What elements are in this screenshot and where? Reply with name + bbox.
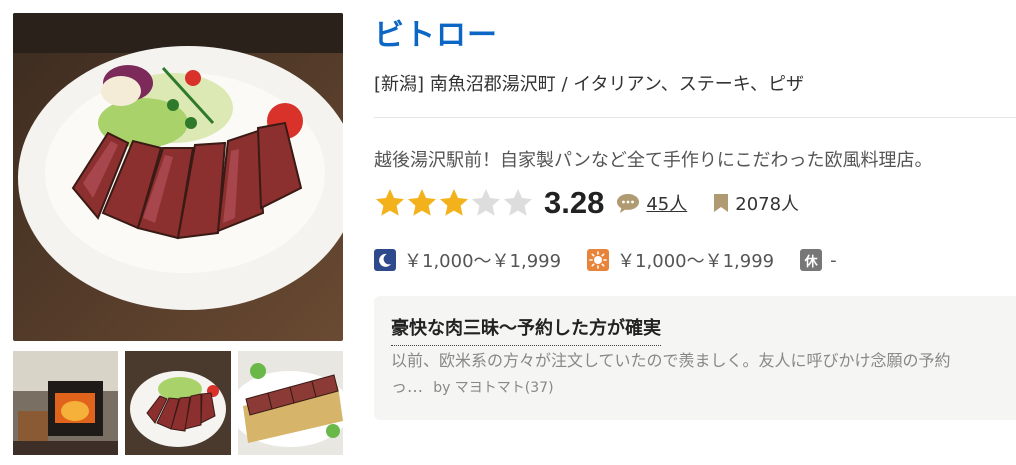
star-filled-icon [440, 189, 468, 216]
thumbnail-steak-platter[interactable] [238, 351, 343, 455]
catchphrase-text: 越後湯沢駅前！自家製パンなど全て手作りにこだわった欧風料理店。 [374, 150, 933, 171]
lunch-price: ￥1,000～￥1,999 [617, 251, 775, 272]
review-text-line1: 以前、欧米系の方々が注文していたので羨ましく。友人に呼びかけ念願の予約 [391, 351, 951, 370]
comment-icon [617, 194, 640, 213]
restaurant-name-link[interactable]: ビトロー [374, 10, 498, 54]
divider [374, 117, 1016, 118]
star-empty-icon [472, 189, 500, 216]
thumbnail-stove[interactable] [13, 351, 118, 455]
review-preview[interactable]: 豪快な肉三昧～予約した方が確実 以前、欧米系の方々が注文していたので羨ましく。友… [374, 296, 1016, 420]
rating-row: 3.28 45人 2078人 [374, 183, 799, 223]
moon-icon [374, 249, 396, 271]
star-filled-icon [376, 189, 404, 216]
closed-day-value: - [830, 249, 837, 271]
star-empty-icon [504, 189, 532, 216]
bookmark-icon [714, 194, 729, 212]
review-text-line2: っ… by マヨトマト(37) [391, 374, 1016, 401]
review-text-ellipsis: っ… [391, 377, 424, 396]
main-photo[interactable] [13, 13, 343, 341]
review-excerpt: 以前、欧米系の方々が注文していたので羨ましく。友人に呼びかけ念願の予約 っ… b… [391, 348, 1016, 401]
rating-score: 3.28 [544, 185, 605, 220]
star-filled-icon [408, 189, 436, 216]
review-author: by マヨトマト(37) [433, 380, 554, 396]
area-genre-text: [新潟] 南魚沼郡湯沢町 / イタリアン、ステーキ、ピザ [374, 74, 805, 95]
review-count-link[interactable]: 45人 [646, 190, 687, 216]
star-rating [374, 187, 534, 219]
sun-icon [587, 249, 610, 271]
price-row: ￥1,000～￥1,999 ￥1,000～￥1,999 休 - [374, 247, 837, 273]
review-title[interactable]: 豪快な肉三昧～予約した方が確実 [391, 314, 661, 346]
dinner-price: ￥1,000～￥1,999 [404, 251, 562, 272]
bookmark-count: 2078人 [735, 194, 800, 215]
closed-day-icon: 休 [800, 249, 823, 271]
thumbnail-steak-bowl[interactable] [125, 351, 231, 455]
